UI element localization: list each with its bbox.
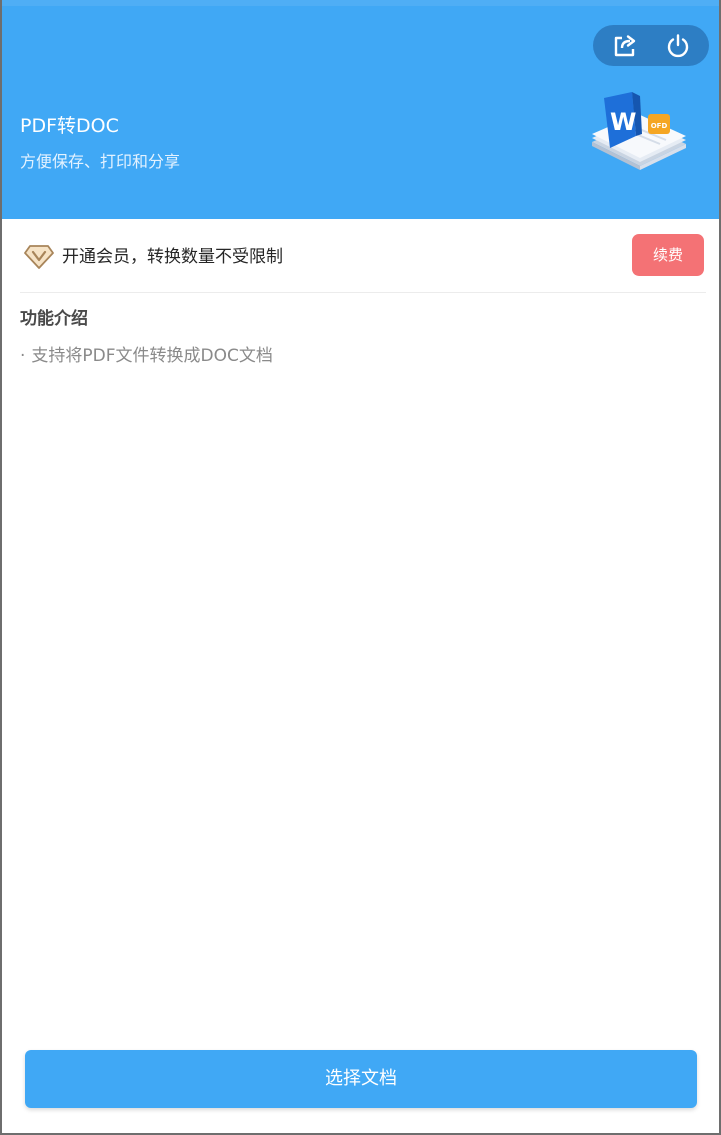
divider bbox=[20, 292, 706, 293]
membership-text: 开通会员，转换数量不受限制 bbox=[62, 247, 283, 267]
status-bar bbox=[2, 0, 719, 6]
vip-diamond-icon bbox=[24, 245, 54, 269]
word-letter: W bbox=[610, 108, 636, 136]
share-button[interactable] bbox=[611, 32, 639, 60]
bullet: · bbox=[20, 346, 26, 366]
power-button[interactable] bbox=[664, 32, 692, 60]
membership-banner: 开通会员，转换数量不受限制 续费 bbox=[20, 234, 706, 280]
page-subtitle: 方便保存、打印和分享 bbox=[20, 152, 181, 171]
ofd-badge-text: OFD bbox=[651, 122, 668, 130]
header: PDF转DOC 方便保存、打印和分享 W OFD bbox=[2, 0, 719, 219]
feature-section-title: 功能介绍 bbox=[20, 309, 88, 329]
select-document-button[interactable]: 选择文档 bbox=[25, 1050, 697, 1108]
app-screen: PDF转DOC 方便保存、打印和分享 W OFD 开通会员，转换数量不受限制 续… bbox=[2, 0, 719, 1133]
share-icon bbox=[614, 35, 636, 57]
page-title: PDF转DOC bbox=[20, 115, 119, 137]
renew-button[interactable]: 续费 bbox=[632, 234, 704, 276]
feature-item: · 支持将PDF文件转换成DOC文档 bbox=[20, 343, 273, 369]
power-icon bbox=[667, 34, 689, 58]
feature-item-text: 支持将PDF文件转换成DOC文档 bbox=[31, 346, 273, 366]
word-document-illustration: W OFD bbox=[592, 92, 686, 170]
header-actions bbox=[593, 25, 709, 66]
